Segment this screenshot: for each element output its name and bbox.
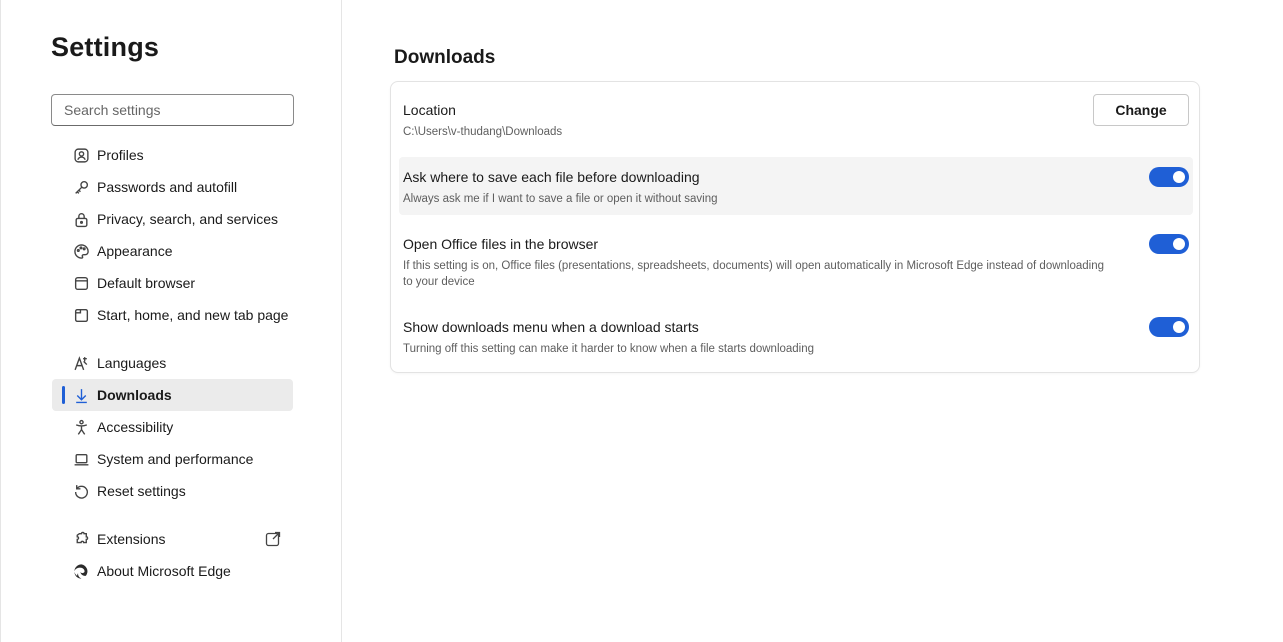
home-tab-icon — [72, 306, 90, 324]
browser-icon — [72, 274, 90, 292]
main-content: Downloads Location C:\Users\v-thudang\Do… — [342, 0, 1283, 642]
search-box[interactable] — [51, 94, 294, 126]
page-title: Downloads — [394, 47, 496, 68]
download-icon — [72, 386, 90, 404]
toggle-knob — [1173, 171, 1185, 183]
reset-icon — [72, 482, 90, 500]
sidebar-item-privacy[interactable]: Privacy, search, and services — [52, 203, 293, 235]
show-downloads-menu-toggle[interactable] — [1149, 317, 1189, 337]
sidebar-item-label: Start, home, and new tab page — [97, 307, 289, 323]
sidebar-title: Settings — [51, 32, 160, 62]
sidebar-item-label: Profiles — [97, 147, 144, 163]
location-row: Location C:\Users\v-thudang\Downloads Ch… — [399, 90, 1193, 150]
accessibility-icon — [72, 418, 90, 436]
sidebar: Settings Profiles Passwords and autofill — [0, 0, 342, 642]
setting-description: Always ask me if I want to save a file o… — [403, 193, 718, 205]
sidebar-item-label: System and performance — [97, 451, 254, 467]
edge-logo-icon — [72, 562, 90, 580]
setting-description-continued: to your device — [403, 276, 475, 288]
sidebar-item-label: Extensions — [97, 531, 166, 547]
ask-where-to-save-toggle[interactable] — [1149, 167, 1189, 187]
setting-title: Show downloads menu when a download star… — [403, 319, 699, 335]
sidebar-item-reset[interactable]: Reset settings — [52, 475, 293, 507]
sidebar-item-downloads[interactable]: Downloads — [52, 379, 293, 411]
sidebar-item-label: About Microsoft Edge — [97, 563, 231, 579]
sidebar-item-start-home[interactable]: Start, home, and new tab page — [52, 299, 293, 331]
sidebar-item-extensions[interactable]: Extensions — [52, 523, 293, 555]
setting-title: Open Office files in the browser — [403, 236, 599, 252]
location-path: C:\Users\v-thudang\Downloads — [403, 126, 563, 138]
sidebar-item-default-browser[interactable]: Default browser — [52, 267, 293, 299]
setting-description: If this setting is on, Office files (pre… — [403, 260, 1105, 272]
open-office-files-row: Open Office files in the browser If this… — [399, 224, 1193, 294]
sidebar-item-profiles[interactable]: Profiles — [52, 139, 293, 171]
change-location-button[interactable]: Change — [1093, 94, 1189, 126]
sidebar-item-appearance[interactable]: Appearance — [52, 235, 293, 267]
toggle-knob — [1173, 321, 1185, 333]
show-downloads-menu-row: Show downloads menu when a download star… — [399, 307, 1193, 365]
sidebar-item-label: Downloads — [97, 387, 172, 403]
profile-icon — [72, 146, 90, 164]
sidebar-item-accessibility[interactable]: Accessibility — [52, 411, 293, 443]
sidebar-item-about[interactable]: About Microsoft Edge — [52, 555, 293, 587]
lock-icon — [72, 210, 90, 228]
palette-icon — [72, 242, 90, 260]
sidebar-item-label: Accessibility — [97, 419, 174, 435]
sidebar-item-label: Languages — [97, 355, 167, 371]
setting-title: Ask where to save each file before downl… — [403, 169, 700, 185]
sidebar-item-label: Reset settings — [97, 483, 186, 499]
location-title: Location — [403, 102, 456, 118]
sidebar-item-label: Appearance — [97, 243, 173, 259]
sidebar-item-label: Passwords and autofill — [97, 179, 238, 195]
sidebar-item-label: Default browser — [97, 275, 196, 291]
open-office-files-toggle[interactable] — [1149, 234, 1189, 254]
sidebar-item-passwords[interactable]: Passwords and autofill — [52, 171, 293, 203]
downloads-settings-card: Location C:\Users\v-thudang\Downloads Ch… — [390, 81, 1200, 373]
sidebar-item-languages[interactable]: Languages — [52, 347, 293, 379]
language-icon — [72, 354, 90, 372]
puzzle-icon — [72, 530, 90, 548]
search-input[interactable] — [52, 95, 293, 125]
settings-app: Settings Profiles Passwords and autofill — [0, 0, 1283, 642]
ask-where-to-save-row[interactable]: Ask where to save each file before downl… — [399, 157, 1193, 215]
setting-description: Turning off this setting can make it har… — [403, 343, 815, 355]
laptop-icon — [72, 450, 90, 468]
toggle-knob — [1173, 238, 1185, 250]
sidebar-item-label: Privacy, search, and services — [97, 211, 279, 227]
external-link-icon — [265, 531, 281, 547]
key-icon — [72, 178, 90, 196]
sidebar-item-system[interactable]: System and performance — [52, 443, 293, 475]
